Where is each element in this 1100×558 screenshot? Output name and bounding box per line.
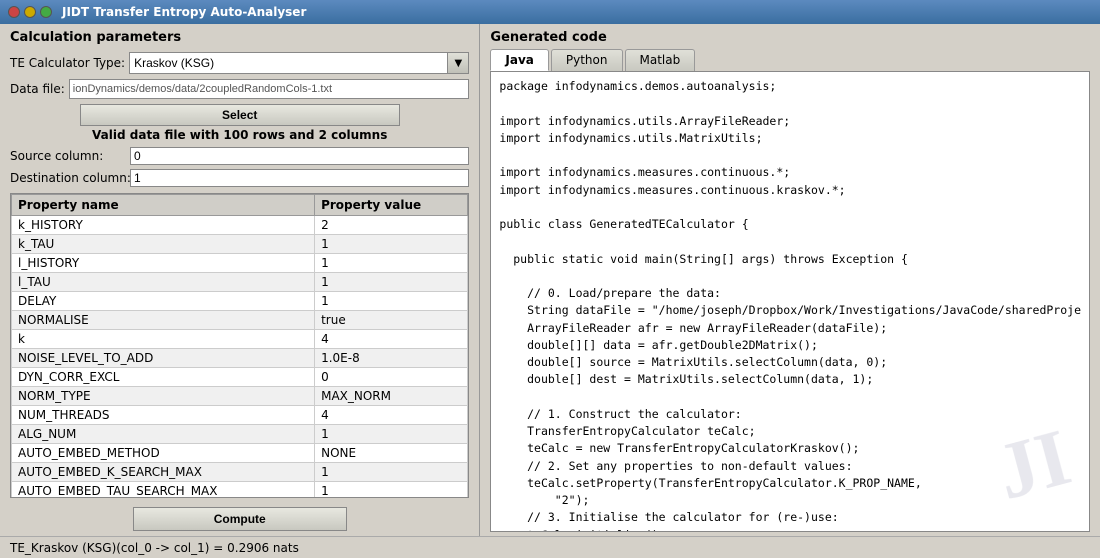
compute-row: Compute (0, 502, 479, 536)
status-text: TE_Kraskov (KSG)(col_0 -> col_1) = 0.290… (10, 541, 299, 555)
maximize-button[interactable] (40, 6, 52, 18)
prop-name-cell: AUTO_EMBED_METHOD (12, 444, 315, 463)
prop-name-cell: NORM_TYPE (12, 387, 315, 406)
te-calculator-row: TE Calculator Type: Kraskov (KSG) ▼ (0, 49, 479, 77)
tab-matlab[interactable]: Matlab (625, 49, 696, 71)
table-row: k_HISTORY2 (12, 216, 468, 235)
te-calculator-wrapper: Kraskov (KSG) ▼ (129, 52, 469, 74)
prop-name-cell: k (12, 330, 315, 349)
prop-value-cell[interactable]: 2 (315, 216, 468, 235)
table-row: NORM_TYPEMAX_NORM (12, 387, 468, 406)
table-row: l_TAU1 (12, 273, 468, 292)
prop-name-header: Property name (12, 195, 315, 216)
prop-value-cell[interactable]: 4 (315, 330, 468, 349)
prop-name-cell: AUTO_EMBED_TAU_SEARCH_MAX (12, 482, 315, 499)
prop-value-cell[interactable]: 1 (315, 235, 468, 254)
prop-name-cell: ALG_NUM (12, 425, 315, 444)
te-calculator-label: TE Calculator Type: (10, 56, 125, 70)
table-row: NUM_THREADS4 (12, 406, 468, 425)
te-calculator-dropdown-arrow[interactable]: ▼ (447, 52, 469, 74)
table-row: l_HISTORY1 (12, 254, 468, 273)
prop-name-cell: AUTO_EMBED_K_SEARCH_MAX (12, 463, 315, 482)
window-controls[interactable] (8, 6, 52, 18)
table-row: NORMALISEtrue (12, 311, 468, 330)
select-button-row: Select Valid data file with 100 rows and… (0, 101, 479, 145)
dest-column-label: Destination column: (10, 171, 130, 185)
prop-value-cell[interactable]: 1 (315, 463, 468, 482)
gen-code-title: Generated code (480, 24, 1100, 49)
table-row: k_TAU1 (12, 235, 468, 254)
prop-value-cell[interactable]: true (315, 311, 468, 330)
prop-value-cell[interactable]: 1 (315, 273, 468, 292)
table-row: AUTO_EMBED_TAU_SEARCH_MAX1 (12, 482, 468, 499)
prop-value-cell[interactable]: 1 (315, 254, 468, 273)
source-column-row: Source column: (0, 145, 479, 167)
right-panel: Generated code Java Python Matlab packag… (480, 24, 1100, 536)
left-panel: Calculation parameters TE Calculator Typ… (0, 24, 480, 536)
prop-value-cell[interactable]: 0 (315, 368, 468, 387)
bottom-bar: TE_Kraskov (KSG)(col_0 -> col_1) = 0.290… (0, 536, 1100, 558)
prop-value-cell[interactable]: 1 (315, 425, 468, 444)
prop-value-cell[interactable]: NONE (315, 444, 468, 463)
data-file-input[interactable] (69, 79, 470, 99)
prop-name-cell: NORMALISE (12, 311, 315, 330)
table-row: AUTO_EMBED_K_SEARCH_MAX1 (12, 463, 468, 482)
select-button[interactable]: Select (80, 104, 400, 126)
table-row: k4 (12, 330, 468, 349)
tab-python[interactable]: Python (551, 49, 623, 71)
prop-name-cell: NOISE_LEVEL_TO_ADD (12, 349, 315, 368)
prop-value-cell[interactable]: 4 (315, 406, 468, 425)
prop-name-cell: k_TAU (12, 235, 315, 254)
prop-name-cell: l_HISTORY (12, 254, 315, 273)
prop-value-cell[interactable]: 1.0E-8 (315, 349, 468, 368)
te-calculator-select[interactable]: Kraskov (KSG) (129, 52, 469, 74)
close-button[interactable] (8, 6, 20, 18)
prop-value-cell[interactable]: 1 (315, 482, 468, 499)
data-file-label: Data file: (10, 82, 65, 96)
window-title: JIDT Transfer Entropy Auto-Analyser (62, 5, 306, 19)
valid-file-text: Valid data file with 100 rows and 2 colu… (92, 128, 387, 142)
prop-value-cell[interactable]: MAX_NORM (315, 387, 468, 406)
dest-column-row: Destination column: (0, 167, 479, 189)
dest-column-input[interactable] (130, 169, 469, 187)
prop-name-cell: NUM_THREADS (12, 406, 315, 425)
prop-name-cell: k_HISTORY (12, 216, 315, 235)
data-file-row: Data file: (0, 77, 479, 101)
calc-params-title: Calculation parameters (0, 24, 479, 49)
tabs-row: Java Python Matlab (480, 49, 1100, 71)
prop-value-header: Property value (315, 195, 468, 216)
source-column-input[interactable] (130, 147, 469, 165)
table-row: ALG_NUM1 (12, 425, 468, 444)
code-area-container: package infodynamics.demos.autoanalysis;… (490, 71, 1090, 532)
table-row: DELAY1 (12, 292, 468, 311)
properties-table: Property name Property value k_HISTORY2k… (11, 194, 468, 498)
source-column-label: Source column: (10, 149, 130, 163)
properties-table-container: Property name Property value k_HISTORY2k… (10, 193, 469, 498)
title-bar: JIDT Transfer Entropy Auto-Analyser (0, 0, 1100, 24)
code-area[interactable]: package infodynamics.demos.autoanalysis;… (491, 72, 1089, 531)
prop-name-cell: DELAY (12, 292, 315, 311)
table-row: NOISE_LEVEL_TO_ADD1.0E-8 (12, 349, 468, 368)
prop-name-cell: l_TAU (12, 273, 315, 292)
minimize-button[interactable] (24, 6, 36, 18)
table-row: DYN_CORR_EXCL0 (12, 368, 468, 387)
table-row: AUTO_EMBED_METHODNONE (12, 444, 468, 463)
prop-name-cell: DYN_CORR_EXCL (12, 368, 315, 387)
prop-value-cell[interactable]: 1 (315, 292, 468, 311)
main-container: Calculation parameters TE Calculator Typ… (0, 24, 1100, 536)
compute-button[interactable]: Compute (133, 507, 347, 531)
tab-java[interactable]: Java (490, 49, 548, 71)
